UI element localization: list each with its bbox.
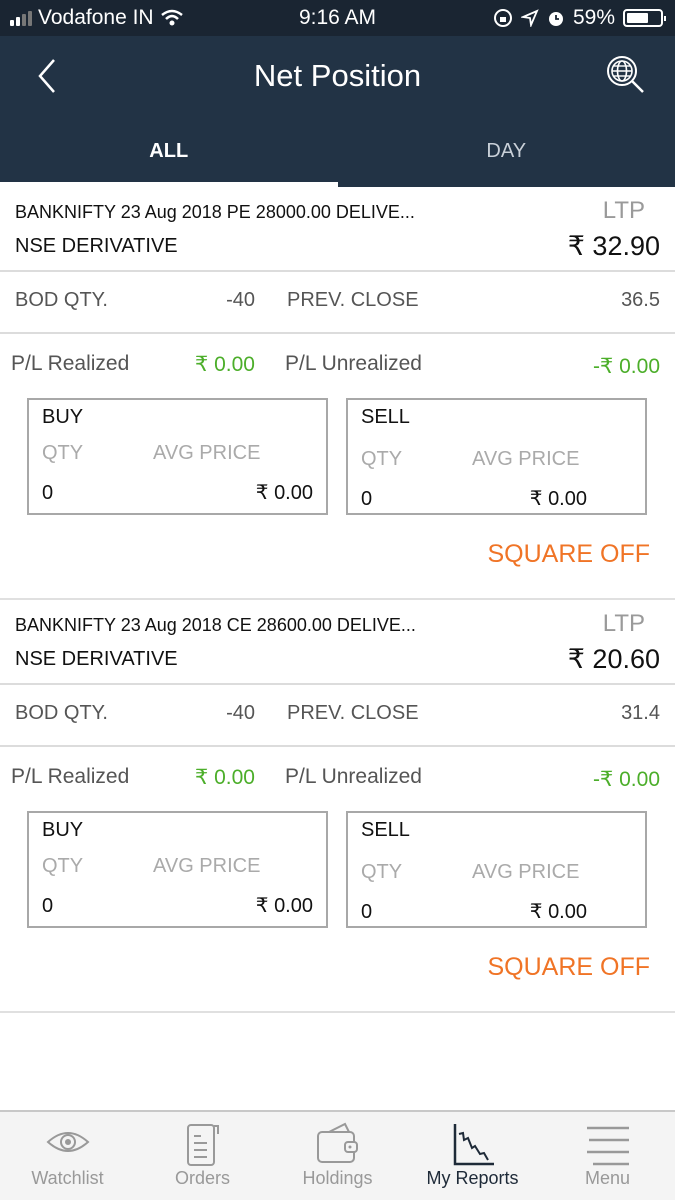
pl-realized-value: ₹ 0.00 xyxy=(194,766,255,789)
bod-qty-label: BOD QTY. xyxy=(15,289,108,311)
eye-icon xyxy=(46,1132,89,1152)
wallet-icon xyxy=(316,1122,358,1163)
rotation-lock-icon xyxy=(493,9,512,27)
tab-label: Orders xyxy=(174,1168,230,1188)
sell-qty-value: 0 xyxy=(361,488,373,510)
sell-qty-label: QTY xyxy=(361,448,403,470)
buy-avg-label: AVG PRICE xyxy=(153,855,261,877)
buy-avg-value: ₹ 0.00 xyxy=(255,895,313,917)
pl-realized-value: ₹ 0.00 xyxy=(194,353,255,376)
sell-avg-value: ₹ 0.00 xyxy=(529,488,587,510)
buy-qty-label: QTY xyxy=(42,855,84,877)
sell-title: SELL xyxy=(361,406,410,428)
sell-summary-box: SELL QTY AVG PRICE 0 ₹ 0.00 xyxy=(346,398,647,515)
buy-summary-box: BUY QTY AVG PRICE 0 ₹ 0.00 xyxy=(27,398,328,515)
square-off-button[interactable]: SQUARE OFF xyxy=(487,540,650,569)
buy-avg-value: ₹ 0.00 xyxy=(255,482,313,504)
sell-avg-label: AVG PRICE xyxy=(472,861,580,883)
prev-close-label: PREV. CLOSE xyxy=(287,702,419,724)
buy-qty-value: 0 xyxy=(42,482,54,504)
buy-title: BUY xyxy=(42,406,84,428)
tab-strip: ALL DAY xyxy=(0,136,675,187)
hamburger-icon xyxy=(586,1126,629,1166)
tab-label: Watchlist xyxy=(31,1168,104,1188)
tab-watchlist[interactable]: Watchlist xyxy=(0,1112,135,1200)
alarm-icon xyxy=(548,12,563,26)
globe-search-icon[interactable] xyxy=(605,54,647,96)
location-icon xyxy=(520,9,539,27)
pl-unrealized-label: P/L Unrealized xyxy=(285,352,422,375)
order-book-icon xyxy=(186,1124,219,1166)
pl-realized-label: P/L Realized xyxy=(11,352,130,375)
instrument-symbol[interactable]: BANKNIFTY 23 Aug 2018 CE 28600.00 DELIVE… xyxy=(15,615,416,636)
bottom-tab-bar: Watchlist Orders Holdings My Reports Men… xyxy=(0,1110,675,1200)
bod-qty-label: BOD QTY. xyxy=(15,702,108,724)
tab-label: Menu xyxy=(584,1168,631,1188)
buy-summary-box: BUY QTY AVG PRICE 0 ₹ 0.00 xyxy=(27,811,328,928)
page-title: Net Position xyxy=(253,58,422,93)
chart-icon xyxy=(453,1124,494,1166)
pl-unrealized-value: -₹ 0.00 xyxy=(592,355,660,378)
bod-qty-value: -40 xyxy=(226,702,255,724)
square-off-button[interactable]: SQUARE OFF xyxy=(487,953,650,982)
ltp-label: LTP xyxy=(602,197,645,224)
position-card: BANKNIFTY 23 Aug 2018 CE 28600.00 DELIVE… xyxy=(0,600,675,1013)
tab-label: My Reports xyxy=(426,1168,519,1188)
ltp-value: ₹ 20.60 xyxy=(567,644,660,674)
bod-qty-value: -40 xyxy=(226,289,255,311)
buy-qty-value: 0 xyxy=(42,895,54,917)
tab-orders[interactable]: Orders xyxy=(135,1112,270,1200)
instrument-symbol[interactable]: BANKNIFTY 23 Aug 2018 PE 28000.00 DELIVE… xyxy=(15,202,415,223)
app-header: Net Position ALL DAY xyxy=(0,36,675,187)
prev-close-value: 31.4 xyxy=(621,702,660,724)
tab-my-reports[interactable]: My Reports xyxy=(405,1112,540,1200)
pl-unrealized-label: P/L Unrealized xyxy=(285,765,422,788)
tab-menu[interactable]: Menu xyxy=(540,1112,675,1200)
ltp-value: ₹ 32.90 xyxy=(567,231,660,261)
ltp-label: LTP xyxy=(602,610,645,637)
exchange-label: NSE DERIVATIVE xyxy=(15,235,178,257)
tab-holdings[interactable]: Holdings xyxy=(270,1112,405,1200)
sell-title: SELL xyxy=(361,819,410,841)
battery-icon xyxy=(623,9,666,27)
sell-summary-box: SELL QTY AVG PRICE 0 ₹ 0.00 xyxy=(346,811,647,928)
status-bar: Vodafone IN 9:16 AM 59% xyxy=(0,0,675,36)
sell-qty-label: QTY xyxy=(361,861,403,883)
buy-qty-label: QTY xyxy=(42,442,84,464)
tab-all[interactable]: ALL xyxy=(0,136,338,187)
pl-unrealized-value: -₹ 0.00 xyxy=(592,768,660,791)
tab-day[interactable]: DAY xyxy=(338,136,675,187)
tab-label: Holdings xyxy=(302,1168,373,1188)
sell-avg-label: AVG PRICE xyxy=(472,448,580,470)
buy-avg-label: AVG PRICE xyxy=(153,442,261,464)
pl-realized-label: P/L Realized xyxy=(11,765,130,788)
sell-qty-value: 0 xyxy=(361,901,373,923)
position-card: BANKNIFTY 23 Aug 2018 PE 28000.00 DELIVE… xyxy=(0,187,675,600)
sell-avg-value: ₹ 0.00 xyxy=(529,901,587,923)
buy-title: BUY xyxy=(42,819,84,841)
battery-percent: 59% xyxy=(572,6,615,29)
prev-close-value: 36.5 xyxy=(621,289,660,311)
prev-close-label: PREV. CLOSE xyxy=(287,289,419,311)
exchange-label: NSE DERIVATIVE xyxy=(15,648,178,670)
